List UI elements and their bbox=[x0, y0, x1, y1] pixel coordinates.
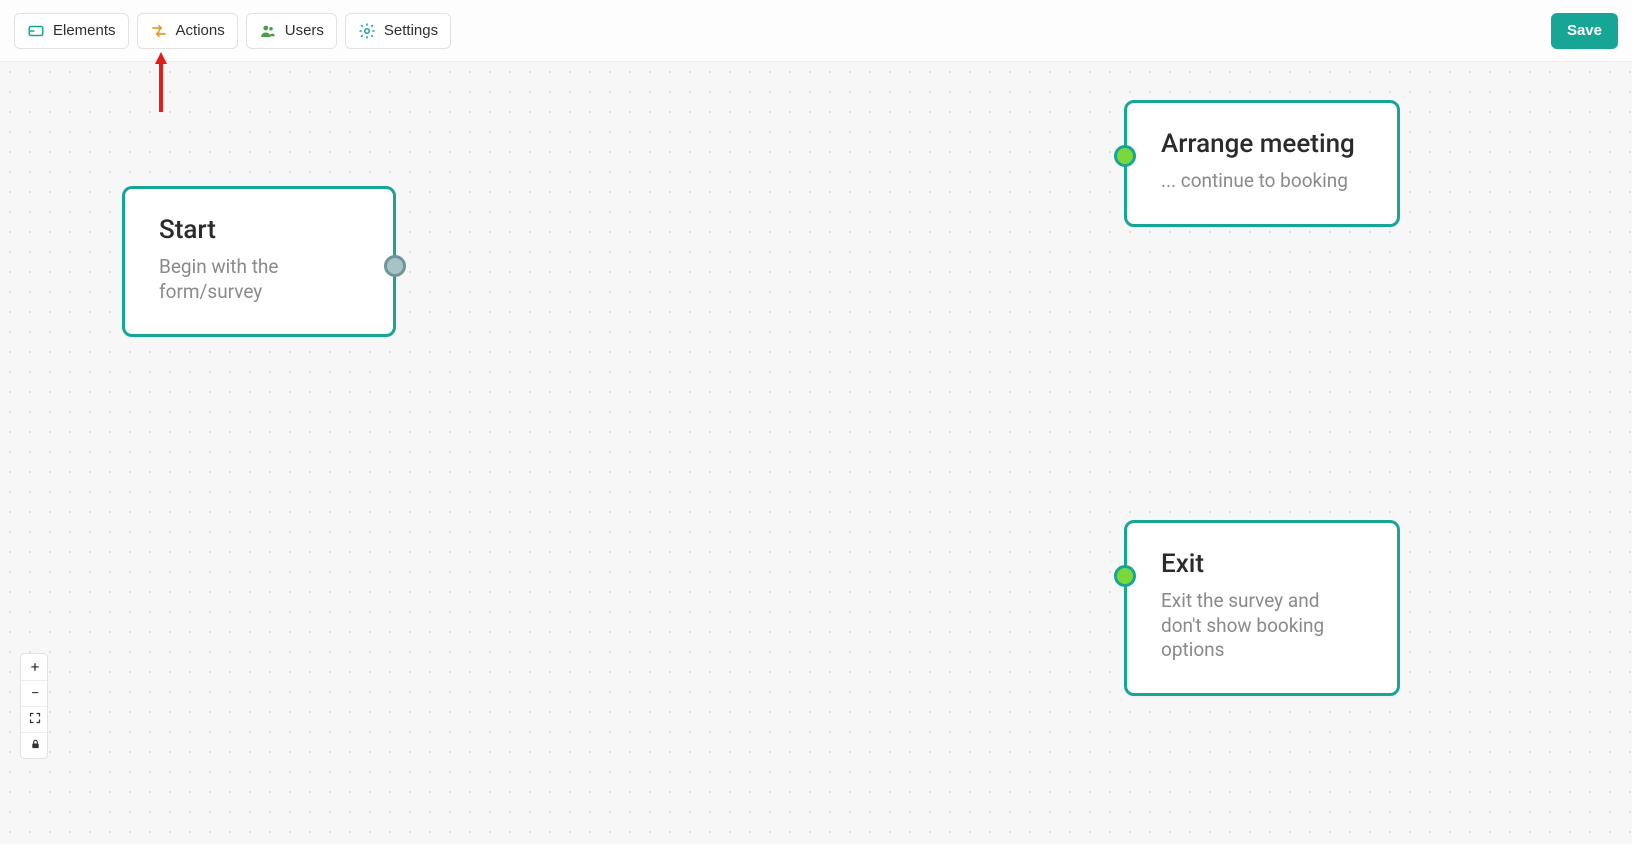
elements-label: Elements bbox=[53, 22, 116, 39]
node-exit[interactable]: Exit Exit the survey and don't show book… bbox=[1124, 520, 1400, 696]
fit-icon bbox=[29, 712, 41, 727]
zoom-in-button[interactable]: + bbox=[21, 654, 48, 680]
node-arrange-subtitle: ... continue to booking bbox=[1161, 169, 1363, 194]
actions-button[interactable]: Actions bbox=[137, 13, 238, 49]
node-arrange-meeting[interactable]: Arrange meeting ... continue to booking bbox=[1124, 100, 1400, 227]
lock-button[interactable] bbox=[21, 732, 48, 758]
elements-icon bbox=[27, 22, 45, 40]
toolbar: Elements Actions Users bbox=[0, 0, 1632, 62]
save-button[interactable]: Save bbox=[1551, 13, 1618, 49]
node-exit-subtitle: Exit the survey and don't show booking o… bbox=[1161, 589, 1363, 663]
node-start-port-out[interactable] bbox=[384, 255, 406, 277]
node-arrange-port-in[interactable] bbox=[1114, 145, 1136, 167]
plus-icon: + bbox=[31, 660, 40, 675]
elements-button[interactable]: Elements bbox=[14, 13, 129, 49]
zoom-controls: + − bbox=[20, 653, 48, 759]
zoom-out-button[interactable]: − bbox=[21, 680, 48, 706]
lock-icon bbox=[30, 738, 41, 753]
node-start[interactable]: Start Begin with the form/survey bbox=[122, 186, 396, 337]
actions-label: Actions bbox=[176, 22, 225, 39]
actions-icon bbox=[150, 22, 168, 40]
users-button[interactable]: Users bbox=[246, 13, 337, 49]
users-label: Users bbox=[285, 22, 324, 39]
node-exit-port-in[interactable] bbox=[1114, 565, 1136, 587]
node-start-subtitle: Begin with the form/survey bbox=[159, 255, 329, 304]
fit-view-button[interactable] bbox=[21, 706, 48, 732]
node-start-title: Start bbox=[159, 215, 359, 245]
node-arrange-title: Arrange meeting bbox=[1161, 129, 1363, 159]
settings-label: Settings bbox=[384, 22, 438, 39]
settings-icon bbox=[358, 22, 376, 40]
minus-icon: − bbox=[31, 686, 40, 701]
users-icon bbox=[259, 22, 277, 40]
settings-button[interactable]: Settings bbox=[345, 13, 451, 49]
node-exit-title: Exit bbox=[1161, 549, 1363, 579]
